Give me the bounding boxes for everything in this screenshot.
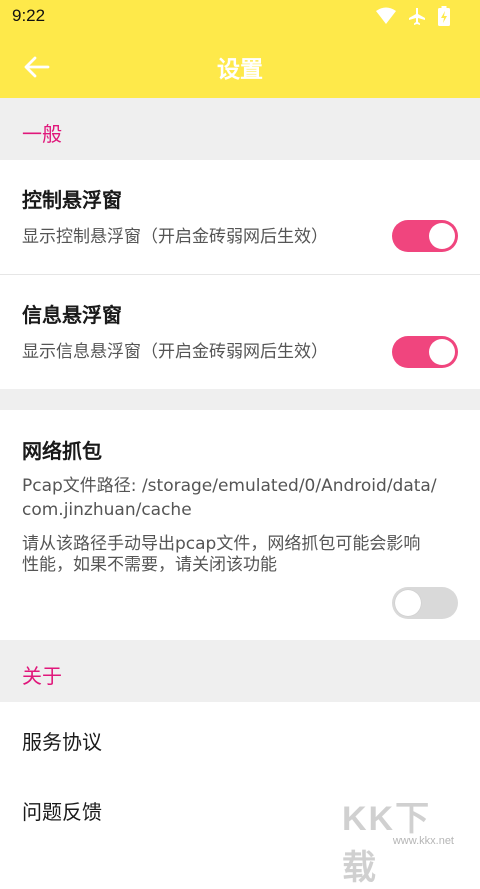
status-icons [376,6,450,30]
setting-row-packet-capture[interactable]: 网络抓包 Pcap文件路径: /storage/emulated/0/Andro… [0,410,480,640]
control-float-toggle[interactable] [392,220,458,252]
feedback-item[interactable]: 问题反馈 [22,796,102,825]
packet-capture-toggle[interactable] [392,587,458,619]
toggle-knob [395,590,421,616]
setting-description: 显示信息悬浮窗（开启金砖弱网后生效） [22,342,328,362]
wifi-icon [376,7,396,29]
section-gap [0,389,480,410]
section-header-general: 一般 [0,98,480,160]
battery-charging-icon [438,6,450,30]
section-header-about: 关于 [0,640,480,702]
setting-title: 网络抓包 [22,439,102,463]
setting-row-info-float[interactable]: 信息悬浮窗 显示信息悬浮窗（开启金砖弱网后生效） [0,275,480,389]
toggle-knob [429,339,455,365]
setting-title: 控制悬浮窗 [22,188,122,212]
page-title: 设置 [217,57,263,83]
watermark-url: www.kkx.net [392,835,454,847]
pcap-note-line2: 性能，如果不需要，请关闭该功能 [22,555,277,575]
status-bar: 9:22 [0,0,480,32]
setting-description: 显示控制悬浮窗（开启金砖弱网后生效） [22,227,328,247]
service-agreement-item[interactable]: 服务协议 [22,726,102,755]
section-title-about: 关于 [22,664,62,688]
toggle-knob [429,223,455,249]
pcap-path-line2: com.jinzhuan/cache [22,500,192,520]
app-bar: 9:22 设置 [0,0,480,98]
pcap-path-line1: Pcap文件路径: /storage/emulated/0/Android/da… [22,476,437,496]
airplane-icon [408,7,426,29]
watermark-logo: KK下载 www.kkx.net [342,791,462,887]
status-time: 9:22 [12,6,46,25]
setting-title: 信息悬浮窗 [22,303,122,327]
section-title-general: 一般 [22,122,62,146]
setting-row-control-float[interactable]: 控制悬浮窗 显示控制悬浮窗（开启金砖弱网后生效） [0,160,480,274]
info-float-toggle[interactable] [392,336,458,368]
